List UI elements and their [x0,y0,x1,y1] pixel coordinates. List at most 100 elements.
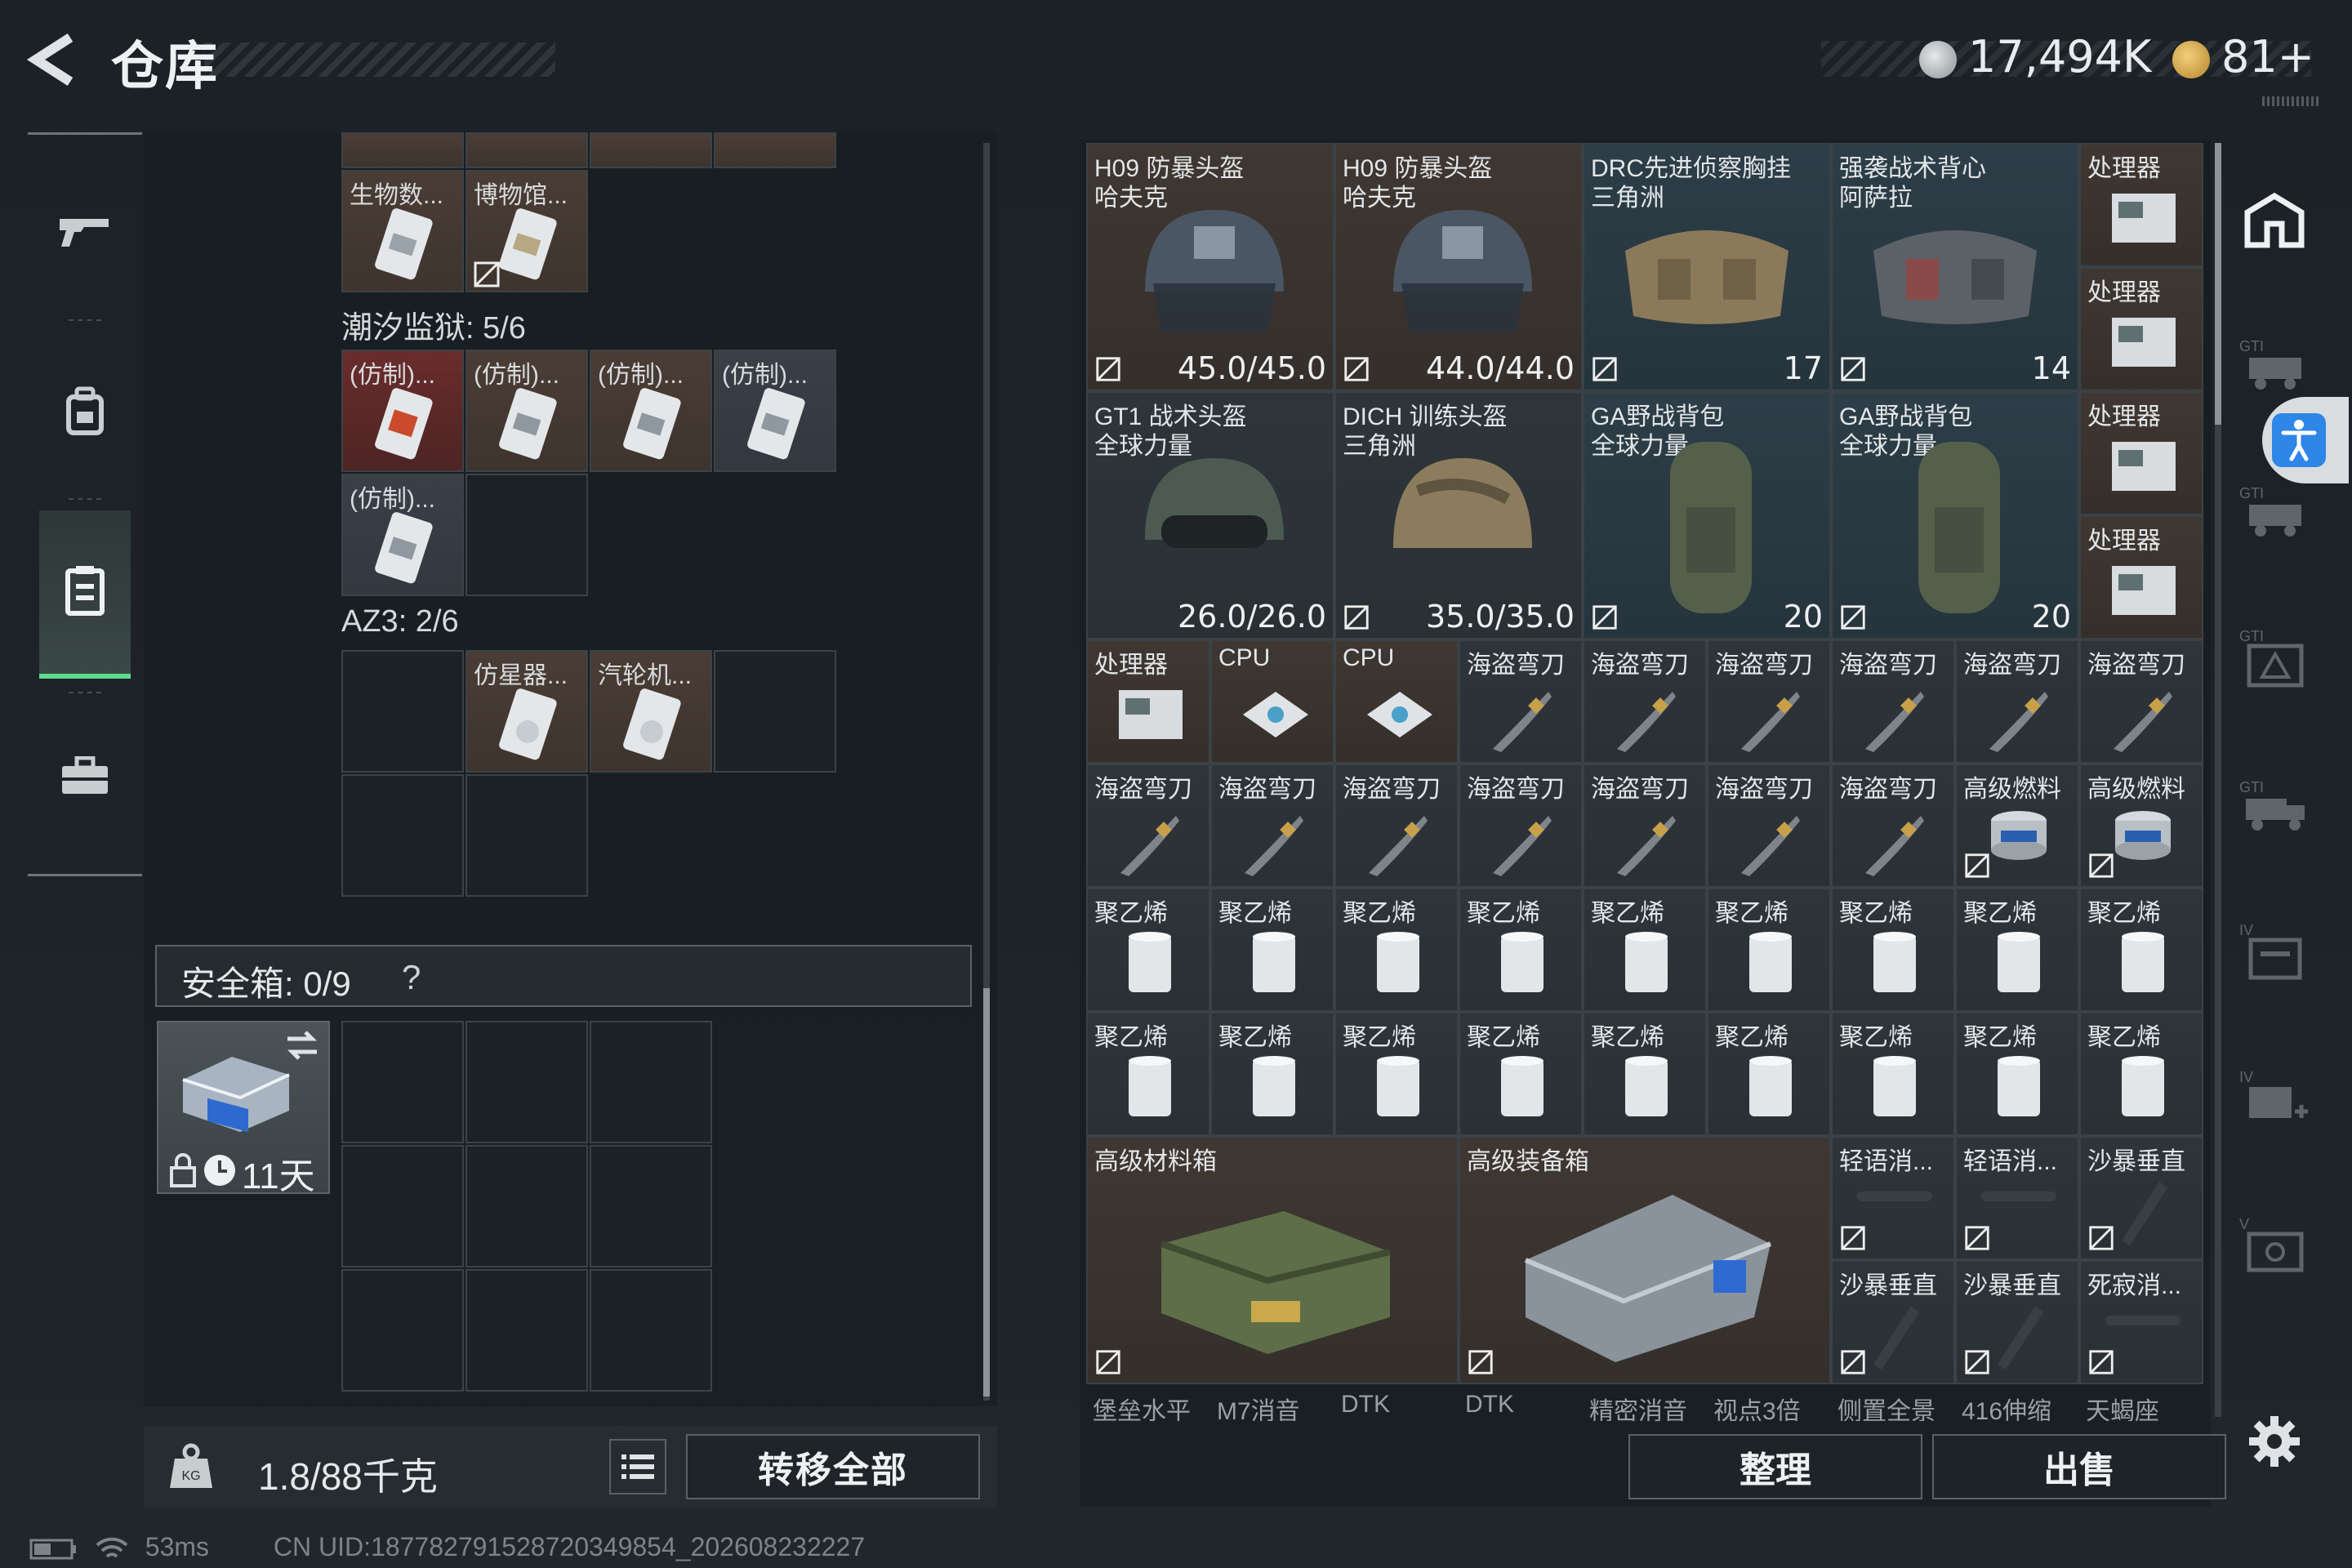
polyethylene-item[interactable]: 聚乙烯 [1086,1012,1210,1136]
chest-rig-item[interactable]: DRC先进侦察胸挂 三角洲 17 [1583,143,1831,391]
sabre-item[interactable]: 海盗弯刀 [1831,639,1955,764]
sabre-item[interactable]: 海盗弯刀 [1707,764,1831,888]
empty-slot[interactable] [341,1145,464,1267]
polyethylene-item[interactable]: 聚乙烯 [1583,1012,1707,1136]
foregrip-item[interactable]: 沙暴垂直 [1831,1260,1955,1384]
polyethylene-item[interactable]: 聚乙烯 [1086,888,1210,1012]
rail-gti-1[interactable]: GTI [2238,327,2311,400]
polyethylene-item[interactable]: 聚乙烯 [1459,888,1583,1012]
cpu-item[interactable]: CPU [1210,639,1334,764]
empty-slot[interactable] [466,474,588,596]
processor-item[interactable]: 处理器 [1086,639,1210,764]
keycard-cell[interactable]: (仿制)... [714,350,836,472]
backpack-item[interactable]: GA野战背包 全球力量 20 [1583,391,1831,639]
suppressor-item[interactable]: 轻语消... [1955,1136,2079,1260]
empty-slot[interactable] [466,1021,588,1143]
keycard-cell[interactable]: (仿制)... [590,350,712,472]
keycard-cell[interactable]: 生物数... [341,170,464,292]
sabre-item[interactable]: 海盗弯刀 [1086,764,1210,888]
safebox-container-slot[interactable]: 11天 [157,1021,330,1196]
polyethylene-item[interactable]: 聚乙烯 [2079,1012,2203,1136]
empty-slot[interactable] [466,774,588,897]
keycard-cell[interactable]: 汽轮机... [590,650,712,773]
list-view-button[interactable] [609,1439,666,1494]
keycard-cell[interactable]: 仿星器... [466,650,588,773]
sabre-item[interactable]: 海盗弯刀 [1955,639,2079,764]
polyethylene-item[interactable]: 聚乙烯 [1707,888,1831,1012]
polyethylene-item[interactable]: 聚乙烯 [1831,1012,1955,1136]
polyethylene-item[interactable]: 聚乙烯 [1583,888,1707,1012]
foregrip-item[interactable]: 沙暴垂直 [1955,1260,2079,1384]
vest-item[interactable]: 强袭战术背心 阿萨拉 14 [1831,143,2079,391]
polyethylene-item[interactable]: 聚乙烯 [1210,888,1334,1012]
foregrip-item[interactable]: 沙暴垂直 [2079,1136,2203,1260]
fuel-item[interactable]: 高级燃料 [1955,764,2079,888]
fuel-item[interactable]: 高级燃料 [2079,764,2203,888]
partial-cell[interactable] [590,132,712,168]
sabre-item[interactable]: 海盗弯刀 [1459,764,1583,888]
settings-button[interactable] [2238,1405,2311,1478]
empty-slot[interactable] [341,1269,464,1392]
polyethylene-item[interactable]: 聚乙烯 [1707,1012,1831,1136]
empty-slot[interactable] [590,1269,712,1392]
helmet-item[interactable]: H09 防暴头盔 哈夫克 44.0/44.0 [1334,143,1583,391]
processor-item[interactable]: 处理器 [2079,143,2203,267]
nav-weapons[interactable] [41,187,129,275]
empty-slot[interactable] [590,1145,712,1267]
rail-gti-4[interactable]: GTI [2238,768,2311,841]
polyethylene-item[interactable]: 聚乙烯 [1334,888,1459,1012]
helmet-item[interactable]: GT1 战术头盔 全球力量 26.0/26.0 [1086,391,1334,639]
left-scrollbar-thumb[interactable] [983,988,990,1396]
right-scrollbar-thumb[interactable] [2215,143,2221,425]
cpu-item[interactable]: CPU [1334,639,1459,764]
material-box-item[interactable]: 高级材料箱 [1086,1136,1459,1384]
sabre-item[interactable]: 海盗弯刀 [2079,639,2203,764]
rail-home[interactable] [2238,184,2311,257]
rail-gti-2[interactable]: GTI [2238,474,2311,547]
nav-case[interactable] [41,733,129,821]
polyethylene-item[interactable]: 聚乙烯 [1210,1012,1334,1136]
sort-button[interactable]: 整理 [1628,1434,1922,1499]
empty-slot[interactable] [466,1269,588,1392]
polyethylene-item[interactable]: 聚乙烯 [1831,888,1955,1012]
sell-button[interactable]: 出售 [1932,1434,2226,1499]
partial-cell[interactable] [341,132,464,168]
rail-gti-3[interactable]: GTI [2238,621,2311,694]
partial-cell[interactable] [714,132,836,168]
swap-icon[interactable] [283,1027,322,1063]
sabre-item[interactable]: 海盗弯刀 [1459,639,1583,764]
empty-slot[interactable] [466,1145,588,1267]
polyethylene-item[interactable]: 聚乙烯 [1955,888,2079,1012]
helmet-item[interactable]: DICH 训练头盔 三角洲 35.0/35.0 [1334,391,1583,639]
empty-slot[interactable] [590,1021,712,1143]
suppressor-item[interactable]: 死寂消... [2079,1260,2203,1384]
processor-item[interactable]: 处理器 [2079,515,2203,639]
keycard-cell[interactable]: (仿制)... [341,474,464,596]
sabre-item[interactable]: 海盗弯刀 [1210,764,1334,888]
suppressor-item[interactable]: 轻语消... [1831,1136,1955,1260]
polyethylene-item[interactable]: 聚乙烯 [1955,1012,2079,1136]
nav-equipment[interactable] [41,368,129,456]
polyethylene-item[interactable]: 聚乙烯 [1459,1012,1583,1136]
keycard-cell[interactable]: 博物馆... [466,170,588,292]
nav-storage[interactable] [41,546,129,635]
keycard-cell[interactable]: (仿制)... [341,350,464,472]
sabre-item[interactable]: 海盗弯刀 [1831,764,1955,888]
gold-balance[interactable]: 81+ [2221,31,2314,82]
empty-slot[interactable] [714,650,836,773]
keycard-cell[interactable]: (仿制)... [466,350,588,472]
sabre-item[interactable]: 海盗弯刀 [1583,639,1707,764]
empty-slot[interactable] [341,774,464,897]
rail-iv-1[interactable]: IV [2238,915,2311,988]
processor-item[interactable]: 处理器 [2079,391,2203,515]
sabre-item[interactable]: 海盗弯刀 [1707,639,1831,764]
rail-iv-2[interactable]: IV [2238,1062,2311,1135]
empty-slot[interactable] [341,1021,464,1143]
processor-item[interactable]: 处理器 [2079,267,2203,391]
rail-v-1[interactable]: V [2238,1209,2311,1282]
sabre-item[interactable]: 海盗弯刀 [1583,764,1707,888]
backpack-item[interactable]: GA野战背包 全球力量 20 [1831,391,2079,639]
polyethylene-item[interactable]: 聚乙烯 [1334,1012,1459,1136]
transfer-all-button[interactable]: 转移全部 [686,1434,980,1499]
polyethylene-item[interactable]: 聚乙烯 [2079,888,2203,1012]
